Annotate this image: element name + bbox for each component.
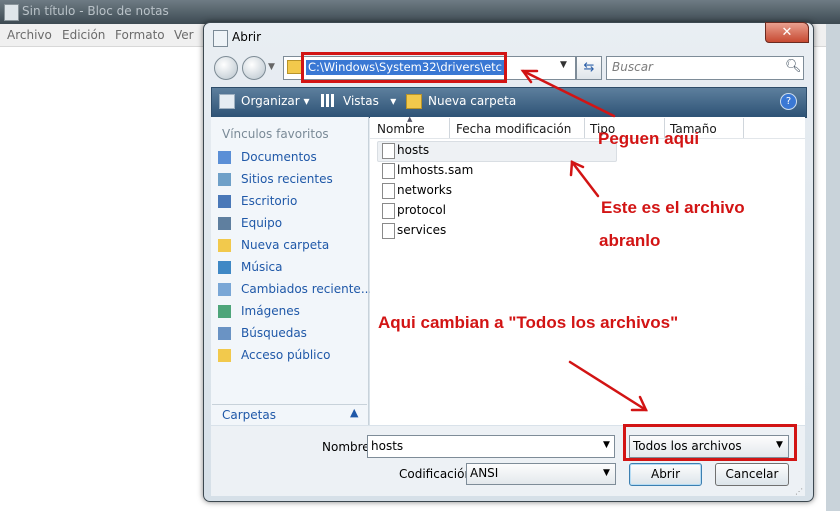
sidebar-item-pictures[interactable]: Imágenes [214, 302, 366, 322]
menu-formato[interactable]: Formato [115, 28, 165, 42]
recent-places-icon [218, 173, 231, 186]
column-header-name[interactable]: Nombre [377, 122, 425, 136]
sidebar-item-label: Cambiados reciente... [241, 282, 373, 296]
sidebar-item-recently-changed[interactable]: Cambiados reciente... [214, 280, 372, 300]
file-icon [382, 183, 395, 199]
file-row[interactable]: protocol [378, 201, 616, 220]
views-button[interactable]: Vistas ▾ [343, 94, 396, 108]
recently-changed-icon [218, 283, 231, 296]
file-row[interactable]: lmhosts.sam [378, 161, 616, 180]
sidebar-item-public-folder[interactable]: Acceso público [214, 346, 366, 366]
sidebar-item-label: Imágenes [241, 304, 300, 318]
sidebar-item-label: Escritorio [241, 194, 298, 208]
computer-icon [218, 217, 231, 230]
help-icon[interactable]: ? [780, 93, 797, 110]
column-header-date[interactable]: Fecha modificación [456, 122, 571, 136]
views-icon [321, 94, 335, 107]
dialog-icon [213, 30, 228, 47]
notepad-app-icon [4, 4, 19, 21]
chevron-up-icon[interactable]: ▲ [350, 406, 358, 419]
annotation-open-it: abranlo [599, 231, 661, 250]
sidebar-item-searches[interactable]: Búsquedas [214, 324, 366, 344]
sidebar-item-computer[interactable]: Equipo [214, 214, 366, 234]
favorite-links-header: Vínculos favoritos [222, 127, 329, 141]
documents-icon [218, 151, 231, 164]
sidebar-item-desktop[interactable]: Escritorio [214, 192, 366, 212]
file-row[interactable]: networks [378, 181, 616, 200]
views-label: Vistas [343, 94, 379, 108]
desktop-icon [218, 195, 231, 208]
column-divider[interactable] [743, 118, 744, 138]
header-separator [370, 138, 805, 139]
public-folder-icon [218, 349, 231, 362]
file-name: services [397, 223, 447, 237]
file-name: lmhosts.sam [397, 163, 474, 177]
encoding-dropdown-icon[interactable]: ▼ [603, 468, 610, 478]
file-name-dropdown-icon[interactable]: ▼ [603, 440, 610, 450]
recent-locations-chevron-icon[interactable]: ▼ [268, 62, 275, 72]
file-icon [382, 203, 395, 219]
music-icon [218, 261, 231, 274]
sidebar-item-label: Acceso público [241, 348, 331, 362]
folders-label: Carpetas [222, 408, 276, 422]
open-button[interactable]: Abrir [629, 463, 702, 486]
notepad-title-bar: Sin título - Bloc de notas [0, 0, 840, 24]
sidebar-item-folder[interactable]: Nueva carpeta [214, 236, 366, 256]
folder-icon [218, 239, 231, 252]
organize-icon [219, 94, 235, 109]
refresh-button[interactable]: ⇆ [576, 56, 602, 80]
sidebar-item-label: Documentos [241, 150, 317, 164]
address-highlight-box [301, 52, 507, 83]
file-name: protocol [397, 203, 446, 217]
encoding-label: Codificación: [399, 467, 477, 481]
searches-icon [218, 327, 231, 340]
encoding-value[interactable]: ANSI [470, 466, 498, 480]
sidebar-item-label: Búsquedas [241, 326, 307, 340]
file-name-label: Nombre: [322, 440, 374, 454]
organize-label: Organizar [241, 94, 300, 108]
close-icon: ✕ [781, 25, 793, 40]
file-row[interactable]: hosts [378, 141, 616, 160]
resize-grip-icon[interactable]: ⋰ [795, 487, 803, 496]
annotation-this-file: Este es el archivo [601, 198, 745, 217]
back-button[interactable] [214, 56, 238, 80]
column-divider[interactable] [584, 118, 585, 138]
file-icon [382, 143, 395, 159]
dialog-title: Abrir [232, 30, 262, 44]
file-icon [382, 223, 395, 239]
annotation-paste-here: Peguen aqui [598, 129, 700, 148]
menu-archivo[interactable]: Archivo [7, 28, 52, 42]
sidebar-item-label: Sitios recientes [241, 172, 333, 186]
cancel-button[interactable]: Cancelar [715, 463, 789, 486]
sidebar-item-recent-places[interactable]: Sitios recientes [214, 170, 366, 190]
sidebar-item-label: Música [241, 260, 283, 274]
notepad-window-edge [826, 24, 840, 511]
file-name: networks [397, 183, 452, 197]
new-folder-icon [406, 94, 422, 109]
menu-edicion[interactable]: Edición [62, 28, 105, 42]
sidebar-item-music[interactable]: Música [214, 258, 366, 278]
pictures-icon [218, 305, 231, 318]
menu-ver[interactable]: Ver [174, 28, 194, 42]
file-row[interactable]: services [378, 221, 616, 240]
refresh-icon: ⇆ [583, 60, 595, 75]
column-divider[interactable] [449, 118, 450, 138]
search-icon[interactable]: 🔍︎ [785, 59, 802, 74]
file-type-highlight-box [623, 424, 797, 461]
file-name-value[interactable]: hosts [371, 439, 403, 453]
sidebar-item-label: Equipo [241, 216, 283, 230]
organize-button[interactable]: Organizar ▾ [241, 94, 310, 108]
sidebar-item-documents[interactable]: Documentos [214, 148, 366, 168]
file-name-input[interactable] [367, 435, 615, 458]
search-placeholder: Buscar [612, 60, 653, 74]
forward-button[interactable] [242, 56, 266, 80]
sidebar-item-label: Nueva carpeta [241, 238, 330, 252]
file-icon [382, 163, 395, 179]
address-dropdown-icon[interactable]: ▼ [560, 60, 567, 70]
annotation-change-type: Aqui cambian a "Todos los archivos" [378, 313, 679, 332]
notepad-title: Sin título - Bloc de notas [22, 4, 169, 18]
new-folder-button[interactable]: Nueva carpeta [428, 94, 516, 108]
file-name: hosts [397, 143, 430, 157]
close-button[interactable]: ✕ [765, 22, 809, 43]
